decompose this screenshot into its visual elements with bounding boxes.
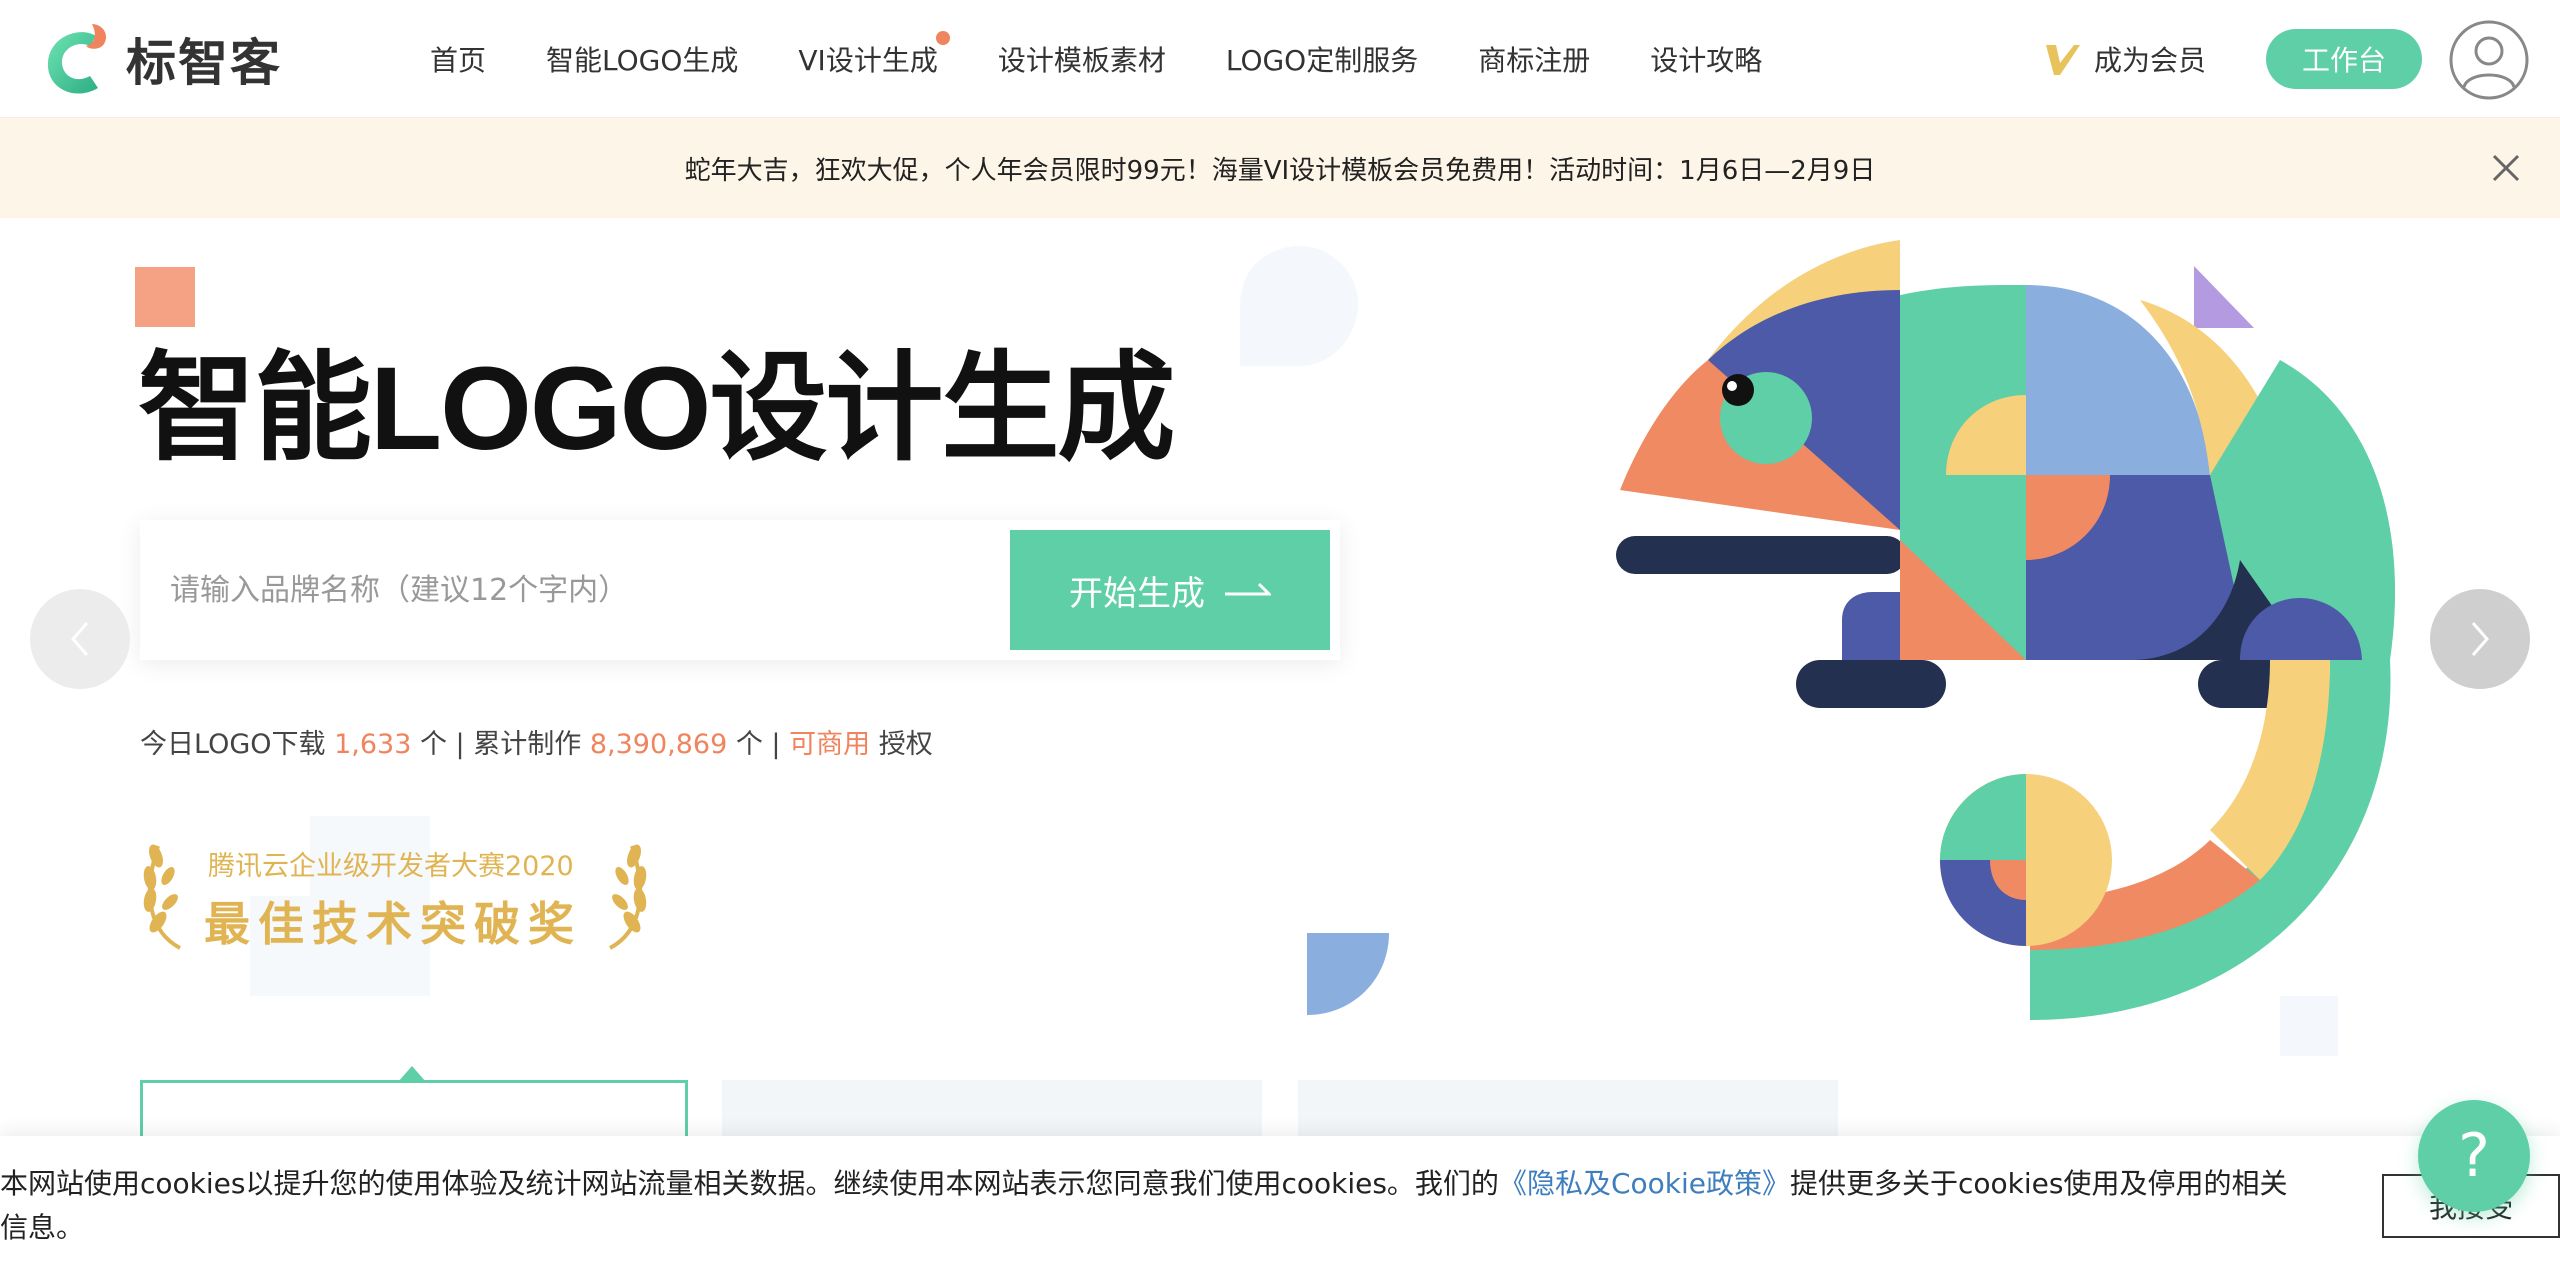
help-button[interactable]: ? <box>2418 1100 2530 1212</box>
stats-text: 个 | 累计制作 <box>411 729 590 760</box>
chevron-left-icon <box>71 622 89 656</box>
laurel-right-icon <box>609 844 647 950</box>
cookie-notice-text: 本网站使用cookies以提升您的使用体验及统计网站流量相关数据。继续使用本网站… <box>0 1162 2300 1250</box>
promo-text[interactable]: 蛇年大吉，狂欢大促，个人年会员限时99元！海量VI设计模板会员免费用！活动时间：… <box>685 150 1876 187</box>
nav-label: LOGO定制服务 <box>1225 44 1419 77</box>
laurel-left-icon <box>143 844 181 950</box>
award-title: 最佳技术突破奖 <box>204 897 582 951</box>
chevron-right-icon <box>2471 622 2489 656</box>
award-badge: 腾讯云企业级开发者大赛2020 最佳技术突破奖 <box>140 836 650 952</box>
nav-item-custom-service[interactable]: LOGO定制服务 <box>1226 39 1418 79</box>
promo-banner: 蛇年大吉，狂欢大促，个人年会员限时99元！海量VI设计模板会员免费用！活动时间：… <box>0 118 2560 218</box>
nav-item-templates[interactable]: 设计模板素材 <box>998 39 1166 79</box>
site-logo[interactable]: 标智客 <box>40 16 282 102</box>
carousel-next-button[interactable] <box>2430 589 2530 689</box>
logo-icon <box>47 24 107 94</box>
workbench-button[interactable]: 工作台 <box>2266 29 2422 89</box>
start-button-label: 开始生成 <box>1069 573 1205 614</box>
award-event: 腾讯云企业级开发者大赛2020 <box>208 851 574 882</box>
main-nav: 首页 智能LOGO生成 VI设计生成 设计模板素材 LOGO定制服务 商标注册 … <box>430 0 1822 118</box>
site-header: 标智客 首页 智能LOGO生成 VI设计生成 设计模板素材 LOGO定制服务 商… <box>0 0 2560 118</box>
chameleon-illustration <box>1616 240 2396 1020</box>
nav-item-vi-generate[interactable]: VI设计生成 <box>798 31 950 79</box>
today-download-count: 1,633 <box>334 729 412 760</box>
decor-quarter-circle <box>1307 933 1389 1015</box>
brand-name-input[interactable] <box>170 560 1110 620</box>
nav-label: 设计攻略 <box>1650 44 1763 77</box>
vip-label: 成为会员 <box>2094 44 2207 77</box>
vip-link[interactable]: 成为会员 <box>2044 36 2206 82</box>
nav-item-home[interactable]: 首页 <box>430 39 486 79</box>
user-avatar-icon[interactable] <box>2448 19 2530 101</box>
nav-label: 商标注册 <box>1478 44 1591 77</box>
stats-text: 授权 <box>870 729 933 760</box>
commercial-use-label[interactable]: 可商用 <box>789 729 870 760</box>
nav-label: 首页 <box>430 44 487 77</box>
arrow-right-icon <box>1225 582 1271 596</box>
stats-text: 个 | <box>727 729 790 760</box>
nav-item-trademark[interactable]: 商标注册 <box>1478 39 1590 79</box>
stats-text: 今日LOGO下载 <box>140 729 335 760</box>
nav-label: VI设计生成 <box>798 44 938 77</box>
vip-v-icon <box>2046 45 2080 75</box>
nav-item-logo-generate[interactable]: 智能LOGO生成 <box>546 39 738 79</box>
logo-text: 标智客 <box>126 34 282 92</box>
carousel-prev-button[interactable] <box>30 589 130 689</box>
nav-item-design-guide[interactable]: 设计攻略 <box>1650 39 1762 79</box>
close-icon[interactable] <box>2490 152 2522 184</box>
brand-search-box: 开始生成 <box>140 520 1340 660</box>
start-generate-button[interactable]: 开始生成 <box>1010 530 1330 650</box>
privacy-policy-link[interactable]: 《隐私及Cookie政策》 <box>1499 1167 1790 1200</box>
cookie-consent-bar: 本网站使用cookies以提升您的使用体验及统计网站流量相关数据。继续使用本网站… <box>0 1136 2560 1276</box>
decor-blob <box>1240 246 1358 366</box>
download-stats: 今日LOGO下载 1,633 个 | 累计制作 8,390,869 个 | 可商… <box>140 722 933 761</box>
nav-label: 智能LOGO生成 <box>546 44 739 77</box>
total-made-count: 8,390,869 <box>589 729 728 760</box>
hero-title: 智能LOGO设计生成 <box>138 343 1175 475</box>
new-badge-dot <box>935 31 950 45</box>
nav-label: 设计模板素材 <box>997 44 1166 77</box>
cookie-text-part: 本网站使用cookies以提升您的使用体验及统计网站流量相关数据。继续使用本网站… <box>0 1167 1499 1200</box>
help-question-icon: ? <box>2458 1121 2490 1191</box>
